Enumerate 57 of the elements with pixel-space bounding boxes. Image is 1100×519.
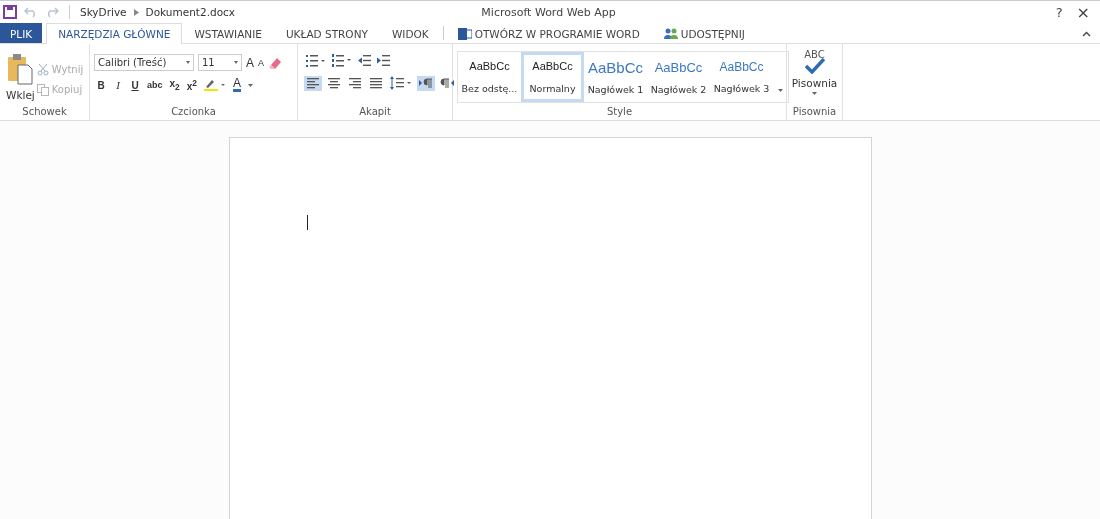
paste-button[interactable]: Wklej bbox=[4, 49, 37, 104]
dropdown-caret-icon[interactable] bbox=[247, 83, 253, 87]
ribbon-tab[interactable]: WSTAWIANIE bbox=[182, 23, 274, 43]
font-family-dropdown[interactable]: Calibri (Treść) bbox=[94, 54, 194, 71]
highlighter-icon[interactable] bbox=[203, 79, 226, 92]
font-size-dropdown[interactable]: 11 bbox=[198, 54, 242, 71]
format-button[interactable]: x$^{2}$ bbox=[186, 78, 197, 93]
people-icon bbox=[663, 28, 678, 39]
format-button[interactable]: x$_{2}$ bbox=[169, 78, 180, 93]
word-icon bbox=[457, 26, 472, 41]
close-button[interactable]: × bbox=[1072, 2, 1094, 22]
scissors-icon bbox=[36, 63, 49, 76]
line-spacing-button[interactable] bbox=[388, 74, 414, 92]
format-button[interactable]: I bbox=[113, 79, 123, 92]
text-direction-button[interactable] bbox=[417, 75, 435, 91]
help-button[interactable]: ? bbox=[1051, 2, 1067, 22]
format-button[interactable]: B bbox=[96, 79, 106, 91]
numbered-list-icon[interactable] bbox=[332, 54, 352, 67]
share-button[interactable]: UDOSTĘPNIJ bbox=[651, 23, 757, 43]
increase-indent-icon[interactable] bbox=[377, 55, 390, 66]
alignment-button[interactable] bbox=[304, 75, 322, 91]
collapse-ribbon-icon[interactable] bbox=[1082, 31, 1091, 37]
clipboard-icon bbox=[7, 52, 34, 85]
style-item[interactable]: AaBbCc Normalny bbox=[521, 52, 584, 102]
document-name: Dokument2.docx bbox=[145, 6, 236, 18]
format-button[interactable]: abc bbox=[147, 80, 163, 91]
group-label: Schowek bbox=[21, 106, 68, 119]
chevron-icon bbox=[133, 8, 139, 16]
file-tab[interactable]: PLIK bbox=[0, 23, 43, 43]
font-color-button[interactable]: A bbox=[232, 78, 241, 93]
open-in-word-button[interactable]: OTWÓRZ W PROGRAMIE WORD bbox=[445, 23, 652, 43]
ribbon-tab[interactable]: UKŁAD STRONY bbox=[273, 23, 380, 43]
eraser-icon[interactable] bbox=[268, 55, 283, 70]
window-title: Microsoft Word Web App bbox=[481, 5, 616, 19]
dropdown-caret-icon bbox=[812, 92, 817, 95]
text-cursor bbox=[306, 215, 308, 230]
group-label: Style bbox=[605, 106, 634, 119]
checkmark-icon bbox=[804, 58, 825, 74]
alignment-button[interactable] bbox=[346, 75, 364, 91]
bullet-list-icon[interactable] bbox=[306, 54, 326, 67]
shrink-font-button[interactable]: A bbox=[258, 57, 265, 68]
alignment-button[interactable] bbox=[367, 75, 385, 91]
group-label: Pisownia bbox=[791, 106, 838, 119]
decrease-indent-icon[interactable] bbox=[358, 55, 371, 66]
group-label: Czcionka bbox=[170, 106, 217, 119]
group-label: Akapit bbox=[358, 106, 392, 119]
save-icon[interactable] bbox=[3, 5, 17, 19]
gallery-more-icon[interactable] bbox=[778, 89, 783, 92]
spelling-button[interactable]: ABC Pisownia bbox=[791, 47, 838, 106]
grow-font-button[interactable]: A bbox=[246, 55, 254, 70]
ribbon-tab[interactable]: NARZĘDZIA GŁÓWNE bbox=[46, 23, 183, 44]
breadcrumb-link[interactable]: SkyDrive bbox=[80, 6, 127, 18]
copy-icon bbox=[36, 83, 49, 96]
alignment-button[interactable] bbox=[325, 75, 343, 91]
format-button[interactable]: U bbox=[130, 79, 140, 91]
ribbon-tab[interactable]: WIDOK bbox=[379, 23, 441, 43]
text-direction-button[interactable] bbox=[438, 75, 456, 91]
